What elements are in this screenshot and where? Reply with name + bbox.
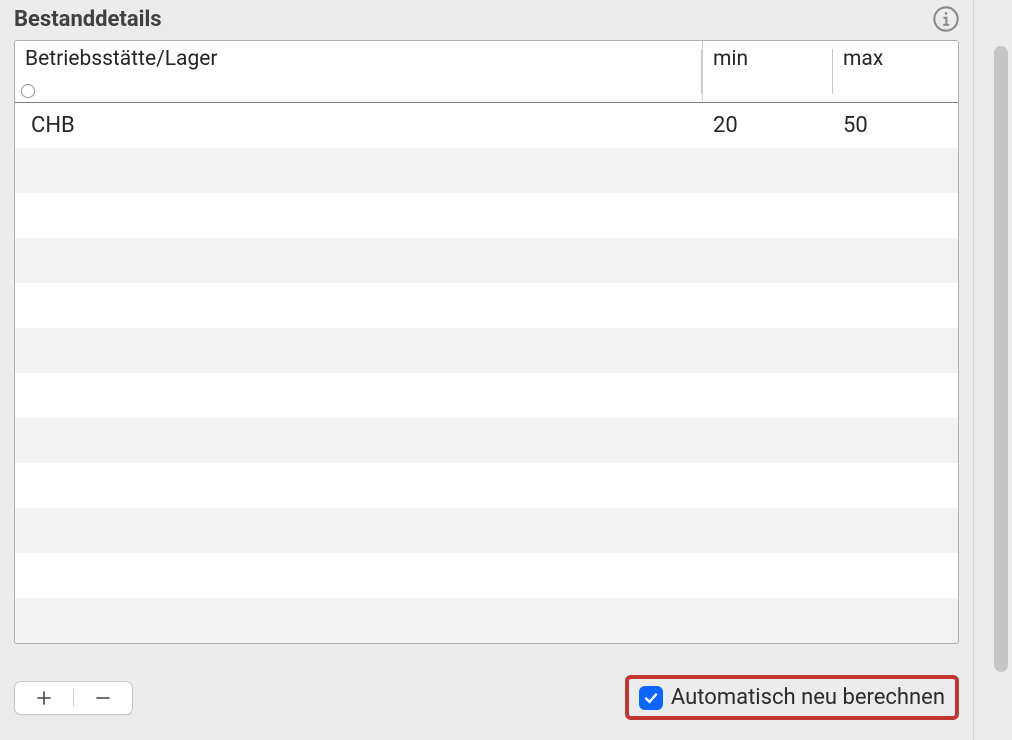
add-row-button[interactable] xyxy=(15,682,73,714)
table-row[interactable] xyxy=(15,373,958,418)
cell-max: 50 xyxy=(833,113,958,138)
cell-location: CHB xyxy=(15,113,703,138)
column-max[interactable]: max xyxy=(833,41,958,102)
stock-table: Betriebsstätte/Lager min max CHB 20 50 xyxy=(14,40,959,644)
column-min-label: min xyxy=(713,47,824,71)
cell-min: 20 xyxy=(703,113,833,138)
remove-row-button[interactable] xyxy=(74,682,132,714)
column-location[interactable]: Betriebsstätte/Lager xyxy=(15,41,701,102)
table-row[interactable] xyxy=(15,508,958,553)
add-remove-group xyxy=(14,681,133,715)
table-row[interactable] xyxy=(15,463,958,508)
table-row[interactable] xyxy=(15,328,958,373)
column-location-label: Betriebsstätte/Lager xyxy=(25,47,693,71)
info-icon[interactable] xyxy=(931,4,961,34)
auto-recalculate-label: Automatisch neu berechnen xyxy=(671,685,945,710)
table-row[interactable]: CHB 20 50 xyxy=(15,103,958,148)
table-row[interactable] xyxy=(15,418,958,463)
panel-title: Bestanddetails xyxy=(14,7,162,32)
table-header: Betriebsstätte/Lager min max xyxy=(15,41,958,103)
column-max-label: max xyxy=(843,47,950,71)
table-toolbar: Automatisch neu berechnen xyxy=(14,675,959,720)
table-row[interactable] xyxy=(15,598,958,643)
sort-indicator-icon[interactable] xyxy=(21,84,35,98)
table-row[interactable] xyxy=(15,553,958,598)
table-row[interactable] xyxy=(15,148,958,193)
column-min[interactable]: min xyxy=(702,41,832,102)
auto-recalculate-group: Automatisch neu berechnen xyxy=(625,675,959,720)
panel-header: Bestanddetails xyxy=(0,0,973,40)
scrollbar-thumb[interactable] xyxy=(994,46,1008,672)
table-row[interactable] xyxy=(15,238,958,283)
stock-details-panel: Bestanddetails Betriebsstätte/Lager min … xyxy=(0,0,974,740)
table-body: CHB 20 50 xyxy=(15,103,958,643)
auto-recalculate-checkbox[interactable] xyxy=(639,686,663,710)
table-row[interactable] xyxy=(15,193,958,238)
scrollbar-track[interactable] xyxy=(994,46,1008,672)
table-row[interactable] xyxy=(15,283,958,328)
